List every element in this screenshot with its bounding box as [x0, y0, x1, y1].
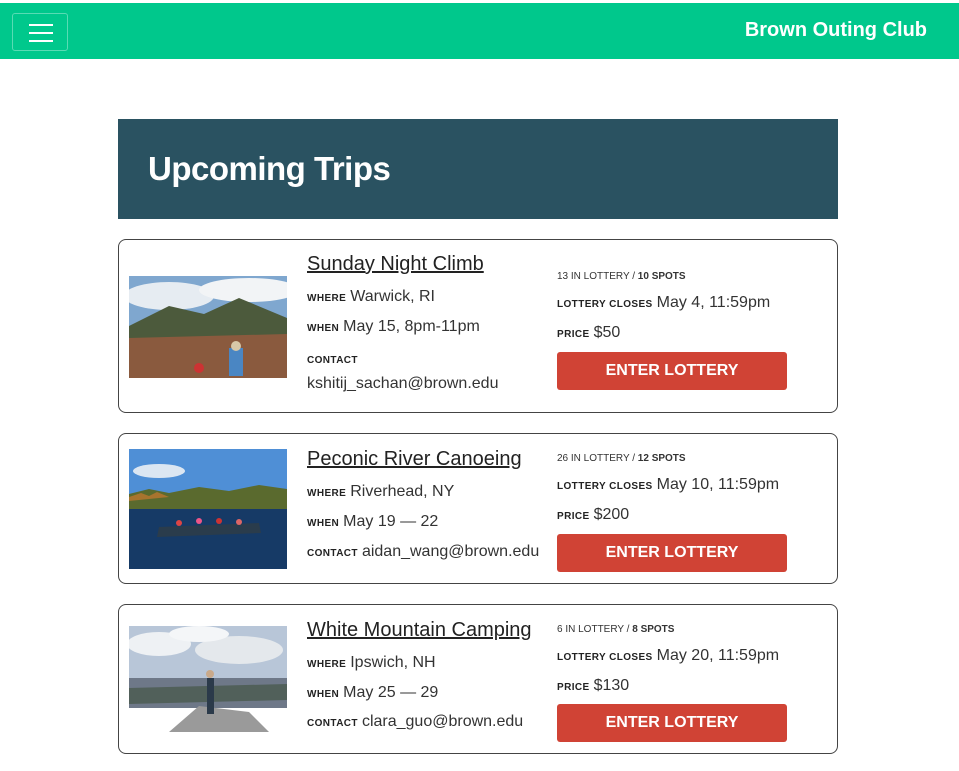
when-value: May 15, 8pm-11pm	[343, 318, 480, 335]
in-lottery-label: IN LOTTERY /	[570, 271, 635, 282]
navbar: Brown Outing Club	[0, 3, 959, 59]
trip-contact-label-row: CONTACT	[307, 350, 362, 368]
when-label: WHEN	[307, 689, 340, 700]
contact-label: CONTACT	[307, 718, 358, 729]
lottery-closes-label: LOTTERY CLOSES	[557, 481, 653, 492]
price-label: PRICE	[557, 511, 590, 522]
page-title: Upcoming Trips	[148, 150, 391, 187]
hamburger-menu-button[interactable]	[12, 13, 68, 51]
lottery-stats: 26 IN LOTTERY / 12 SPOTS	[557, 453, 686, 464]
contact-email[interactable]: clara_guo@brown.edu	[362, 713, 523, 730]
menu-icon	[29, 24, 53, 26]
page-header: Upcoming Trips	[118, 119, 838, 219]
menu-icon	[29, 32, 53, 34]
lottery-stats: 13 IN LOTTERY / 10 SPOTS	[557, 271, 686, 282]
trip-price: PRICE $130	[557, 677, 629, 695]
lottery-closes: LOTTERY CLOSES May 10, 11:59pm	[557, 476, 779, 494]
lottery-closes: LOTTERY CLOSES May 4, 11:59pm	[557, 294, 770, 312]
lottery-closes-label: LOTTERY CLOSES	[557, 652, 653, 663]
where-label: WHERE	[307, 488, 347, 499]
price-value: $50	[593, 324, 621, 341]
spots-label: SPOTS	[651, 271, 686, 282]
contact-email[interactable]: kshitij_sachan@brown.edu	[307, 375, 498, 392]
spots-count: 12	[637, 453, 649, 464]
trip-price: PRICE $50	[557, 324, 620, 342]
trip-where: WHERE Ipswich, NH	[307, 654, 436, 672]
in-lottery-count: 26	[557, 453, 569, 464]
contact-label: CONTACT	[307, 355, 358, 366]
trip-title-link[interactable]: Sunday Night Climb	[307, 253, 484, 276]
trip-card: White Mountain Camping WHERE Ipswich, NH …	[118, 604, 838, 754]
trip-when: WHEN May 15, 8pm-11pm	[307, 318, 480, 336]
price-label: PRICE	[557, 329, 590, 340]
enter-lottery-button[interactable]: ENTER LOTTERY	[557, 352, 787, 390]
lottery-closes-label: LOTTERY CLOSES	[557, 299, 653, 310]
trip-contact: kshitij_sachan@brown.edu	[307, 375, 498, 393]
trip-when: WHEN May 19 — 22	[307, 513, 438, 531]
enter-lottery-button[interactable]: ENTER LOTTERY	[557, 534, 787, 572]
trip-title-link[interactable]: Peconic River Canoeing	[307, 448, 522, 471]
trip-image	[129, 276, 287, 378]
menu-icon	[29, 40, 53, 42]
in-lottery-count: 13	[557, 271, 569, 282]
where-value: Ipswich, NH	[350, 654, 436, 671]
trip-card: Sunday Night Climb WHERE Warwick, RI WHEN…	[118, 239, 838, 413]
contact-label: CONTACT	[307, 548, 358, 559]
trip-contact: CONTACT aidan_wang@brown.edu	[307, 543, 539, 561]
spots-count: 8	[632, 624, 638, 635]
spots-label: SPOTS	[651, 453, 686, 464]
trip-image	[129, 626, 287, 732]
lottery-closes-value: May 4, 11:59pm	[656, 294, 771, 311]
trip-image	[129, 449, 287, 569]
price-label: PRICE	[557, 682, 590, 693]
where-value: Warwick, RI	[350, 288, 435, 305]
trip-price: PRICE $200	[557, 506, 629, 524]
where-label: WHERE	[307, 659, 347, 670]
contact-email[interactable]: aidan_wang@brown.edu	[362, 543, 539, 560]
trip-when: WHEN May 25 — 29	[307, 684, 438, 702]
when-value: May 25 — 29	[343, 684, 439, 701]
spots-count: 10	[637, 271, 649, 282]
when-value: May 19 — 22	[343, 513, 439, 530]
lottery-closes-value: May 20, 11:59pm	[656, 647, 780, 664]
lottery-closes-value: May 10, 11:59pm	[656, 476, 780, 493]
trip-title-link[interactable]: White Mountain Camping	[307, 619, 532, 642]
where-value: Riverhead, NY	[350, 483, 455, 500]
trip-card: Peconic River Canoeing WHERE Riverhead, N…	[118, 433, 838, 584]
lottery-stats: 6 IN LOTTERY / 8 SPOTS	[557, 624, 674, 635]
when-label: WHEN	[307, 518, 340, 529]
when-label: WHEN	[307, 323, 340, 334]
spots-label: SPOTS	[640, 624, 675, 635]
where-label: WHERE	[307, 293, 347, 304]
trip-contact: CONTACT clara_guo@brown.edu	[307, 713, 523, 731]
trip-where: WHERE Riverhead, NY	[307, 483, 454, 501]
price-value: $130	[593, 677, 630, 694]
in-lottery-label: IN LOTTERY /	[565, 624, 630, 635]
in-lottery-label: IN LOTTERY /	[570, 453, 635, 464]
trip-where: WHERE Warwick, RI	[307, 288, 435, 306]
lottery-closes: LOTTERY CLOSES May 20, 11:59pm	[557, 647, 779, 665]
price-value: $200	[593, 506, 630, 523]
brand-link[interactable]: Brown Outing Club	[745, 19, 927, 42]
in-lottery-count: 6	[557, 624, 563, 635]
enter-lottery-button[interactable]: ENTER LOTTERY	[557, 704, 787, 742]
